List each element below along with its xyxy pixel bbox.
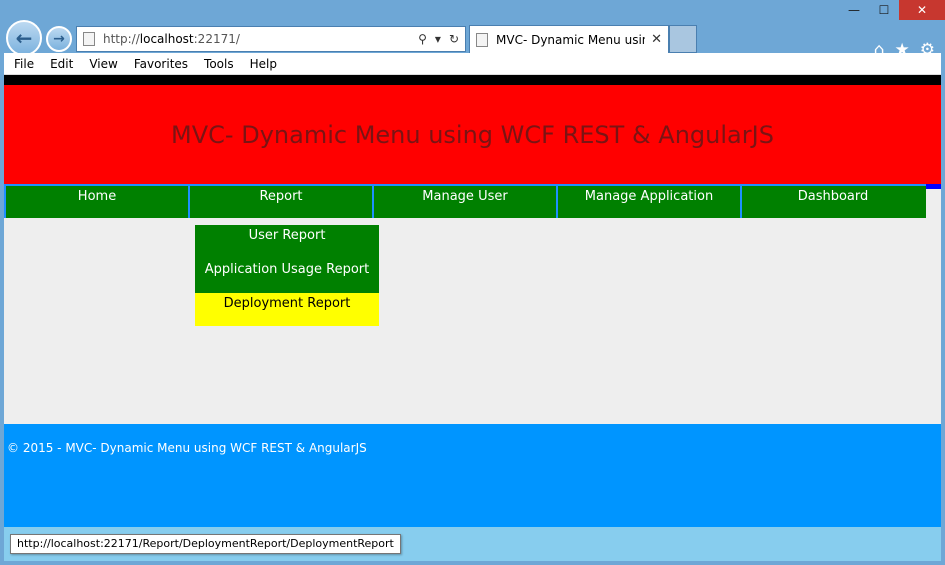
browser-tab[interactable]: MVC- Dynamic Menu usin... ✕: [469, 25, 669, 53]
menu-bar: File Edit View Favorites Tools Help: [4, 53, 941, 75]
nav-item-manage-application[interactable]: Manage Application: [556, 186, 740, 218]
tab-title: MVC- Dynamic Menu usin...: [496, 32, 646, 47]
address-text[interactable]: http://localhost:22171/: [103, 32, 418, 46]
dropdown-item-user-report[interactable]: User Report: [195, 225, 379, 259]
page-header: MVC- Dynamic Menu using WCF REST & Angul…: [4, 85, 941, 184]
menu-favorites[interactable]: Favorites: [134, 57, 196, 71]
nav-item-report[interactable]: Report: [188, 186, 372, 218]
menu-file[interactable]: File: [14, 57, 42, 71]
search-icon[interactable]: ⚲: [418, 32, 427, 46]
forward-button[interactable]: →: [46, 26, 72, 52]
top-black-bar: [4, 75, 941, 85]
nav-edge-decoration: [926, 184, 941, 189]
menu-tools[interactable]: Tools: [204, 57, 242, 71]
address-rest: :22171/: [193, 32, 240, 46]
page-footer: © 2015 - MVC- Dynamic Menu using WCF RES…: [4, 424, 941, 527]
address-scheme: http://: [103, 32, 140, 46]
menu-edit[interactable]: Edit: [50, 57, 81, 71]
tab-page-icon: [476, 32, 488, 47]
menu-view[interactable]: View: [89, 57, 125, 71]
nav-item-dashboard[interactable]: Dashboard: [740, 186, 924, 218]
refresh-icon[interactable]: ↻: [449, 32, 459, 46]
address-host: localhost: [139, 32, 194, 46]
page-viewport: MVC- Dynamic Menu using WCF REST & Angul…: [4, 75, 941, 527]
new-tab-button[interactable]: [669, 25, 697, 53]
menu-help[interactable]: Help: [250, 57, 285, 71]
arrow-left-icon: ←: [15, 26, 33, 50]
back-button[interactable]: ←: [6, 20, 42, 56]
dropdown-item-deployment-report[interactable]: Deployment Report: [195, 293, 379, 326]
tab-close-icon[interactable]: ✕: [651, 32, 662, 47]
report-dropdown: User Report Application Usage Report Dep…: [195, 225, 379, 326]
footer-copyright: © 2015 - MVC- Dynamic Menu using WCF RES…: [7, 441, 367, 455]
page-title: MVC- Dynamic Menu using WCF REST & Angul…: [171, 120, 774, 149]
address-icons: ⚲ ▾ ↻: [418, 32, 459, 46]
nav-item-manage-user[interactable]: Manage User: [372, 186, 556, 218]
main-nav: Home Report Manage User Manage Applicati…: [4, 184, 926, 218]
status-url-tooltip: http://localhost:22171/Report/Deployment…: [10, 534, 401, 554]
nav-item-home[interactable]: Home: [4, 186, 188, 218]
dropdown-icon[interactable]: ▾: [435, 32, 441, 46]
status-bar: http://localhost:22171/Report/Deployment…: [4, 527, 941, 561]
browser-nav-row: ← → http://localhost:22171/ ⚲ ▾ ↻ MVC- D…: [0, 14, 945, 60]
browser-window: — ☐ ✕ ← → http://localhost:22171/ ⚲ ▾ ↻ …: [0, 0, 945, 565]
page-icon: [83, 32, 95, 46]
dropdown-item-application-usage-report[interactable]: Application Usage Report: [195, 259, 379, 293]
address-bar[interactable]: http://localhost:22171/ ⚲ ▾ ↻: [76, 26, 466, 52]
arrow-right-icon: →: [53, 31, 65, 47]
